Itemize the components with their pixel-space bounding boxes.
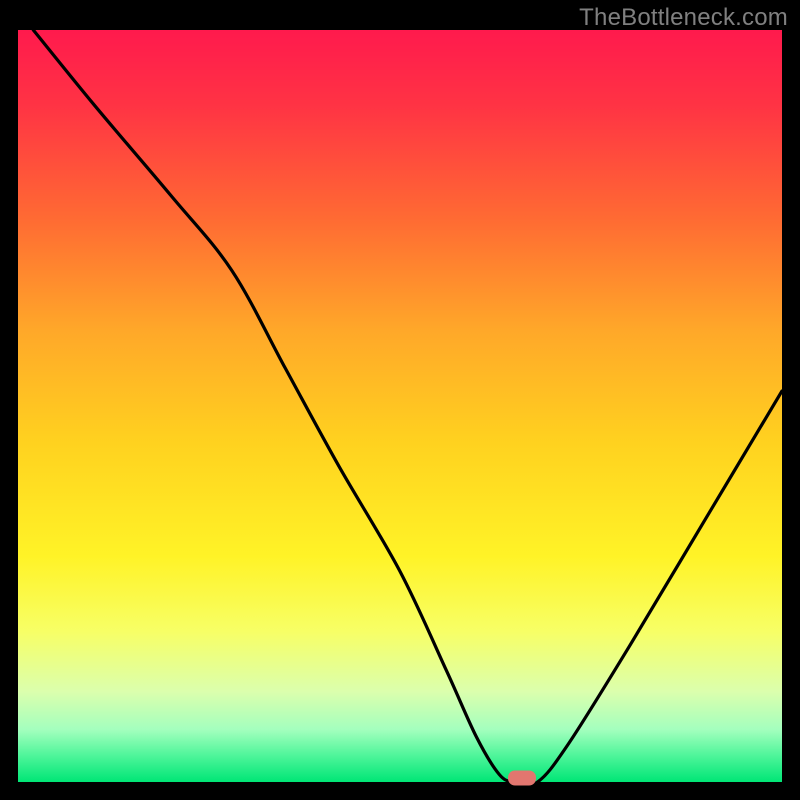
chart-frame: TheBottleneck.com — [0, 0, 800, 800]
watermark-text: TheBottleneck.com — [579, 4, 788, 32]
bottleneck-curve — [18, 30, 782, 782]
plot-area — [18, 30, 782, 782]
optimal-point-marker — [508, 771, 536, 786]
